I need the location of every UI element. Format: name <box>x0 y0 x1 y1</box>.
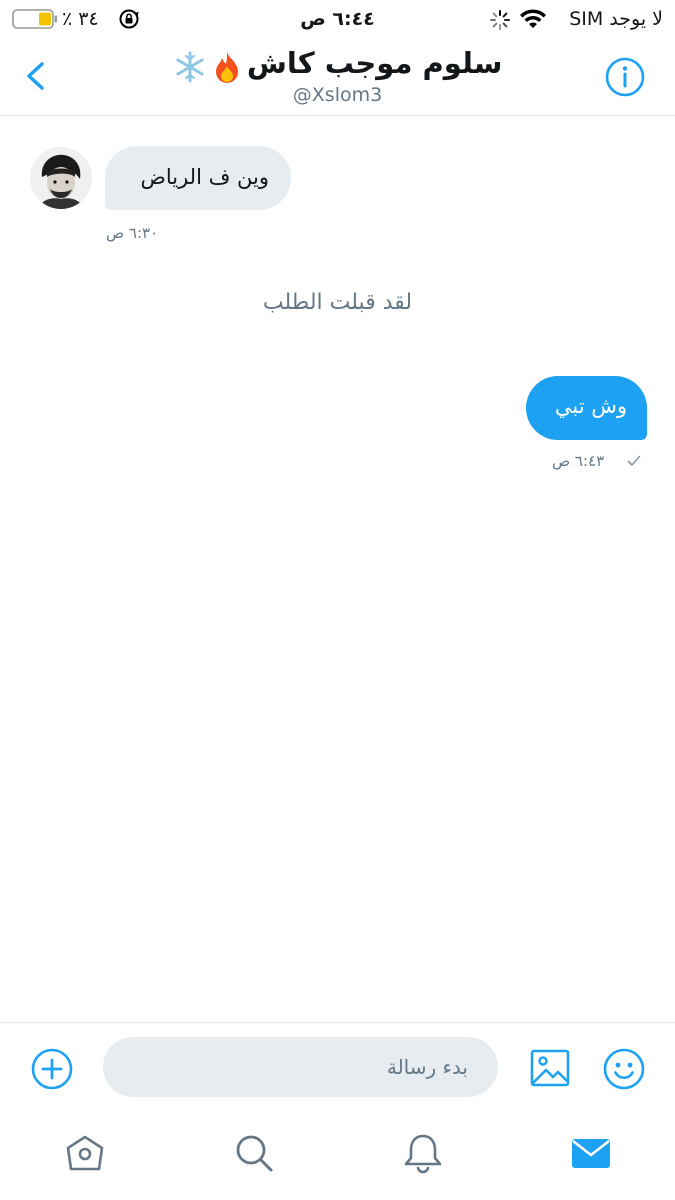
rotation-lock-icon <box>119 9 139 29</box>
image-icon[interactable] <box>529 1047 571 1089</box>
info-icon[interactable] <box>604 56 646 98</box>
bell-icon[interactable] <box>402 1132 444 1174</box>
outgoing-message-bubble[interactable]: وش تبي <box>526 376 647 440</box>
incoming-message-time: ٦:٣٠ ص <box>106 224 159 242</box>
outgoing-message-time: ٦:٤٣ ص <box>552 452 605 470</box>
home-icon[interactable] <box>64 1132 106 1174</box>
battery-percent: ٣٤ ٪ <box>62 8 99 30</box>
conversation-handle: @Xslom3 <box>292 84 383 106</box>
checkmark-icon <box>627 455 641 466</box>
battery-icon <box>12 9 57 29</box>
conversation-header: سلوم موجب كاش @Xslom3 <box>0 38 675 116</box>
smiley-icon[interactable] <box>602 1047 646 1091</box>
fire-icon <box>212 50 242 88</box>
snowflake-icon <box>173 50 207 88</box>
tab-bar <box>0 1114 675 1200</box>
incoming-message-bubble[interactable]: وين ف الرياض <box>105 146 291 210</box>
conversation-title: سلوم موجب كاش <box>246 46 503 80</box>
message-composer: بدء رسالة <box>0 1022 675 1114</box>
avatar[interactable] <box>30 147 92 209</box>
message-input[interactable]: بدء رسالة <box>103 1037 498 1097</box>
chevron-left-icon[interactable] <box>16 54 56 98</box>
search-icon[interactable] <box>233 1132 275 1174</box>
header-title-wrap[interactable]: سلوم موجب كاش <box>120 46 555 88</box>
envelope-icon[interactable] <box>570 1132 612 1174</box>
incoming-message-text: وين ف الرياض <box>140 165 269 189</box>
status-bar: لا يوجد SIM ٦:٤٤ ص ٣٤ ٪ <box>0 0 675 38</box>
request-accepted-notice: لقد قبلت الطلب <box>262 290 413 315</box>
outgoing-message-text: وش تبي <box>554 394 627 418</box>
plus-circle-icon[interactable] <box>30 1047 74 1091</box>
message-input-placeholder: بدء رسالة <box>386 1055 468 1079</box>
status-time: ٦:٤٤ ص <box>300 8 375 30</box>
